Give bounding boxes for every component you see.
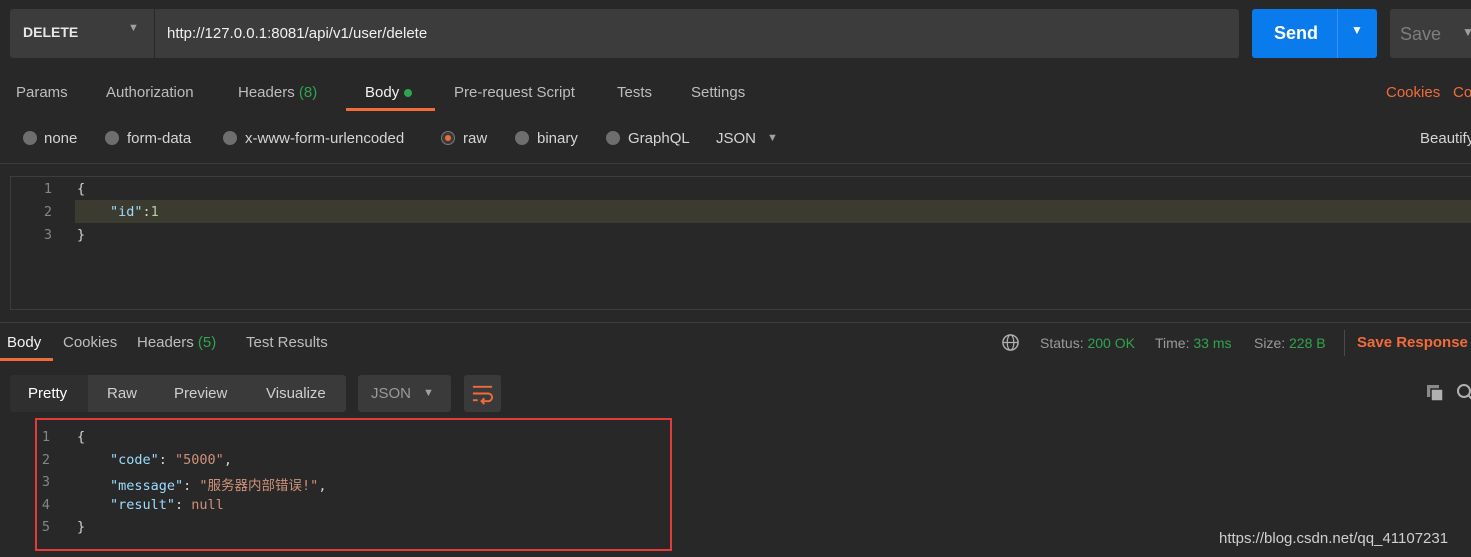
method-label: DELETE <box>23 24 79 40</box>
request-body-editor[interactable] <box>10 176 1471 310</box>
code-brace: } <box>77 519 86 535</box>
json-key: "message" <box>110 478 184 494</box>
tab-params[interactable]: Params <box>16 84 68 101</box>
code-brace: { <box>77 181 86 197</box>
size-value: 228 B <box>1289 335 1326 351</box>
tab-body[interactable]: Body <box>365 84 413 101</box>
radio-urlencoded-label[interactable]: x-www-form-urlencoded <box>245 130 404 147</box>
time-value: 33 ms <box>1193 335 1232 351</box>
size-readout: Size: 228 B <box>1254 335 1326 351</box>
url-text: http://127.0.0.1:8081/api/v1/user/delete <box>167 25 428 42</box>
line-number: 1 <box>43 181 52 197</box>
json-value: "5000" <box>175 452 224 468</box>
radio-raw-label[interactable]: raw <box>463 130 487 147</box>
cookies-link[interactable]: Cookies <box>1386 84 1440 101</box>
radio-graphql-label[interactable]: GraphQL <box>628 130 690 147</box>
line-number: 1 <box>41 429 50 445</box>
response-headers-count-badge: (5) <box>197 334 217 351</box>
copy-icon[interactable] <box>1425 383 1445 403</box>
tab-settings[interactable]: Settings <box>691 84 745 101</box>
json-key: "result" <box>110 497 176 513</box>
line-number: 3 <box>43 227 52 243</box>
response-format-chevron-icon[interactable]: ▼ <box>423 387 434 399</box>
tab-tests[interactable]: Tests <box>617 84 652 101</box>
status-readout: Status: 200 OK <box>1040 335 1135 351</box>
json-key: "id" <box>110 204 143 220</box>
status-label: Status: <box>1040 335 1084 351</box>
line-number: 4 <box>41 497 50 513</box>
view-pretty-button[interactable]: Pretty <box>28 385 67 402</box>
active-tab-indicator <box>346 108 435 111</box>
chevron-down-icon[interactable]: ▼ <box>128 22 139 34</box>
beautify-link[interactable]: Beautify <box>1420 130 1471 147</box>
response-format-label: JSON <box>371 385 412 402</box>
code-line: "message": "服务器内部错误!", <box>110 478 327 494</box>
send-label[interactable]: Send <box>1274 23 1318 44</box>
line-number: 2 <box>41 452 50 468</box>
json-value: 1 <box>150 204 159 220</box>
radio-urlencoded[interactable] <box>223 131 237 145</box>
status-value: 200 OK <box>1087 335 1135 351</box>
radio-none[interactable] <box>23 131 37 145</box>
time-readout: Time: 33 ms <box>1155 335 1232 351</box>
radio-form-data[interactable] <box>105 131 119 145</box>
headers-count-badge: (8) <box>298 84 318 101</box>
line-number: 2 <box>43 204 52 220</box>
current-line-highlight <box>75 200 1471 223</box>
tab-prerequest-script[interactable]: Pre-request Script <box>454 84 575 101</box>
send-options-chevron-icon[interactable]: ▼ <box>1351 23 1363 37</box>
divider <box>0 163 1471 164</box>
radio-none-label[interactable]: none <box>44 130 77 147</box>
json-key: "code" <box>110 452 159 468</box>
view-preview-button[interactable]: Preview <box>174 385 227 402</box>
line-number: 3 <box>41 474 50 490</box>
json-value: null <box>191 497 224 513</box>
save-options-chevron-icon[interactable]: ▼ <box>1462 25 1471 39</box>
json-colon: : <box>142 204 151 220</box>
globe-icon[interactable] <box>1001 333 1020 352</box>
divider <box>0 322 1471 323</box>
response-active-tab-indicator <box>0 358 53 361</box>
line-number: 5 <box>41 519 50 535</box>
code-brace: { <box>77 429 86 445</box>
wrap-icon <box>472 385 494 405</box>
json-value: "服务器内部错误!" <box>199 478 319 494</box>
watermark: https://blog.csdn.net/qq_41107231 <box>1219 530 1449 547</box>
radio-binary-label[interactable]: binary <box>537 130 578 147</box>
response-tab-cookies[interactable]: Cookies <box>63 334 117 351</box>
format-chevron-down-icon[interactable]: ▼ <box>767 132 778 144</box>
send-divider <box>1337 9 1338 58</box>
search-icon[interactable] <box>1456 383 1471 403</box>
save-response-button[interactable]: Save Response <box>1357 334 1468 351</box>
radio-graphql[interactable] <box>606 131 620 145</box>
view-raw-button[interactable]: Raw <box>107 385 137 402</box>
radio-raw[interactable] <box>441 131 455 145</box>
tab-authorization[interactable]: Authorization <box>106 84 194 101</box>
body-active-dot-icon <box>404 89 413 98</box>
divider <box>1344 330 1345 356</box>
radio-form-data-label[interactable]: form-data <box>127 130 191 147</box>
format-select[interactable]: JSON <box>716 130 756 147</box>
code-link[interactable]: Co <box>1453 84 1471 101</box>
code-line: "id":1 <box>110 204 159 220</box>
code-line: "result": null <box>110 497 224 513</box>
response-tab-headers[interactable]: Headers (5) <box>137 334 216 351</box>
size-label: Size: <box>1254 335 1286 351</box>
response-tab-body[interactable]: Body <box>7 334 41 351</box>
tab-headers-label: Headers <box>238 84 295 101</box>
code-brace: } <box>77 227 86 243</box>
tab-headers[interactable]: Headers (8) <box>238 84 317 101</box>
save-label[interactable]: Save <box>1400 24 1441 45</box>
radio-binary[interactable] <box>515 131 529 145</box>
tab-body-label: Body <box>365 84 400 101</box>
code-line: "code": "5000", <box>110 452 232 468</box>
response-tab-test-results[interactable]: Test Results <box>246 334 328 351</box>
view-visualize-button[interactable]: Visualize <box>266 385 326 402</box>
time-label: Time: <box>1155 335 1190 351</box>
response-tab-headers-label: Headers <box>137 334 194 351</box>
